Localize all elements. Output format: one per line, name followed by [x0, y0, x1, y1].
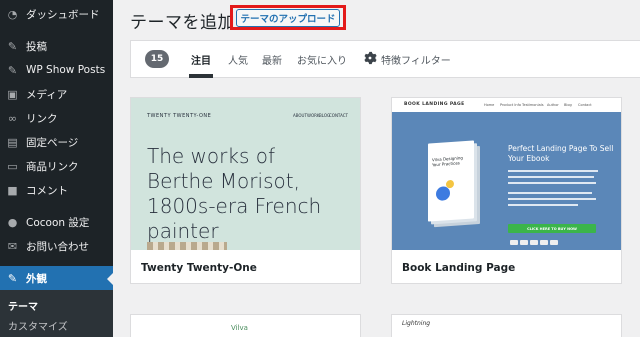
admin-sidebar: ◔ ダッシュボード ✎ 投稿 ✎ WP Show Posts ▣ メディア ∞ …: [0, 0, 113, 337]
preview-headline: The works of Berthe Morisot, 1800s-era F…: [147, 144, 322, 243]
sidebar-item-label: 固定ページ: [26, 136, 79, 149]
preview-book-cover: Vilva Designing Your Practices: [428, 140, 474, 222]
preview-text-line: [508, 170, 598, 172]
theme-card-twenty-twenty-one[interactable]: TWENTY TWENTY-ONE ABOUT WORK BLOG CONTAC…: [130, 97, 361, 284]
theme-card-vilva[interactable]: Vilva: [130, 314, 361, 337]
preview-cover-graphic: [436, 186, 450, 202]
tab-featured[interactable]: 注目: [191, 52, 211, 67]
preview-text-line: [508, 182, 596, 184]
sidebar-item-label: お問い合わせ: [26, 240, 89, 253]
page-icon: ▤: [7, 135, 18, 149]
preview-nav-item: CONTACT: [329, 113, 348, 118]
preview-payment-icon: [510, 240, 518, 245]
preview-nav-item: Blog: [564, 103, 572, 107]
cocoon-icon: ●: [7, 215, 18, 229]
preview-text-line: [508, 176, 594, 178]
tab-popular[interactable]: 人気: [228, 52, 248, 67]
sidebar-item-label: Cocoon 設定: [26, 216, 90, 229]
feature-filter-button[interactable]: 特徴フィルター: [381, 52, 451, 67]
dashboard-icon: ◔: [7, 7, 18, 21]
preview-text-line: [508, 192, 592, 194]
sidebar-item-contact[interactable]: ✉ お問い合わせ: [0, 234, 113, 258]
sidebar-item-links[interactable]: ∞ リンク: [0, 106, 113, 130]
sidebar-item-label: 投稿: [26, 40, 47, 53]
preview-payment-icon: [550, 240, 558, 245]
page-title: テーマを追加: [130, 13, 235, 33]
preview-cover-graphic: [446, 179, 454, 189]
preview-logo: Vilva: [231, 324, 248, 332]
theme-screenshot[interactable]: TWENTY TWENTY-ONE ABOUT WORK BLOG CONTAC…: [131, 98, 360, 250]
sidebar-item-cocoon-settings[interactable]: ● Cocoon 設定: [0, 210, 113, 234]
theme-count-badge: 15: [145, 50, 169, 68]
submenu-item-customize[interactable]: カスタマイズ: [8, 318, 68, 333]
preview-cta-button: CLICK HERE TO BUY NOW: [508, 224, 596, 233]
preview-site-name: TWENTY TWENTY-ONE: [147, 113, 212, 119]
preview-payment-icon: [530, 240, 538, 245]
preview-nav-item: Testimonials: [522, 103, 544, 107]
theme-name: Book Landing Page: [402, 262, 516, 274]
sidebar-item-label: ダッシュボード: [26, 8, 100, 21]
preview-logo: BOOK LANDING PAGE: [404, 102, 465, 107]
comment-icon: ■: [7, 183, 18, 197]
pin-icon: ✎: [7, 39, 18, 53]
preview-hero: Vilva Designing Your Practices Perfect L…: [392, 112, 621, 250]
sidebar-item-appearance[interactable]: ✎ 外観: [0, 266, 113, 290]
sidebar-item-product-links[interactable]: ▭ 商品リンク: [0, 154, 113, 178]
preview-text-line: [508, 198, 596, 200]
tab-favorites[interactable]: お気に入り: [297, 52, 347, 67]
media-icon: ▣: [7, 87, 18, 101]
tab-latest[interactable]: 最新: [262, 52, 282, 67]
preview-book-cover-text: Vilva Designing Your Practices: [432, 155, 463, 168]
preview-nav-item: Author: [547, 103, 559, 107]
submenu-item-themes[interactable]: テーマ: [8, 298, 38, 313]
preview-image-strip: [147, 242, 227, 250]
mail-icon: ✉: [7, 239, 18, 253]
preview-header: BOOK LANDING PAGE Home Product Info Test…: [392, 98, 621, 112]
preview-text-line: [508, 204, 578, 206]
active-tab-underline: [189, 74, 213, 78]
sidebar-item-posts[interactable]: ✎ 投稿: [0, 34, 113, 58]
preview-payment-icon: [540, 240, 548, 245]
preview-hero-title: Perfect Landing Page To Sell Your Ebook: [508, 144, 614, 163]
gear-icon[interactable]: [363, 51, 377, 65]
preview-nav-item: Home: [484, 103, 495, 107]
preview-nav-item: Product Info: [500, 103, 522, 107]
preview-nav-item: Contact: [578, 103, 592, 107]
theme-card-book-landing-page[interactable]: BOOK LANDING PAGE Home Product Info Test…: [391, 97, 622, 284]
theme-screenshot[interactable]: Vilva: [131, 315, 360, 335]
sidebar-item-label: リンク: [26, 112, 58, 125]
sidebar-item-label: 商品リンク: [26, 160, 79, 173]
pin-icon: ✎: [7, 63, 18, 77]
theme-filter-bar: 15 注目 人気 最新 お気に入り 特徴フィルター: [130, 40, 640, 78]
product-link-icon: ▭: [7, 159, 18, 173]
sidebar-item-label: WP Show Posts: [26, 64, 106, 76]
preview-payment-icon: [520, 240, 528, 245]
sidebar-item-dashboard[interactable]: ◔ ダッシュボード: [0, 2, 113, 26]
sidebar-item-label: コメント: [26, 184, 68, 197]
sidebar-item-wp-show-posts[interactable]: ✎ WP Show Posts: [0, 58, 113, 82]
sidebar-item-comments[interactable]: ■ コメント: [0, 178, 113, 202]
sidebar-item-label: メディア: [26, 88, 68, 101]
theme-name: Twenty Twenty-One: [141, 262, 257, 274]
preview-nav-item: WORK: [307, 113, 320, 118]
preview-logo: Lightning: [402, 320, 431, 327]
appearance-submenu: テーマ カスタマイズ: [0, 290, 113, 337]
upload-theme-button[interactable]: テーマのアップロード: [236, 9, 340, 27]
theme-screenshot[interactable]: Lightning: [392, 315, 621, 335]
active-indicator-arrow: [107, 273, 113, 285]
sidebar-item-label: 外観: [26, 272, 47, 285]
preview-nav-item: ABOUT: [293, 113, 307, 118]
sidebar-item-pages[interactable]: ▤ 固定ページ: [0, 130, 113, 154]
appearance-icon: ✎: [7, 271, 18, 285]
link-icon: ∞: [7, 111, 18, 125]
theme-card-lightning[interactable]: Lightning: [391, 314, 622, 337]
theme-screenshot[interactable]: BOOK LANDING PAGE Home Product Info Test…: [392, 98, 621, 250]
sidebar-item-media[interactable]: ▣ メディア: [0, 82, 113, 106]
